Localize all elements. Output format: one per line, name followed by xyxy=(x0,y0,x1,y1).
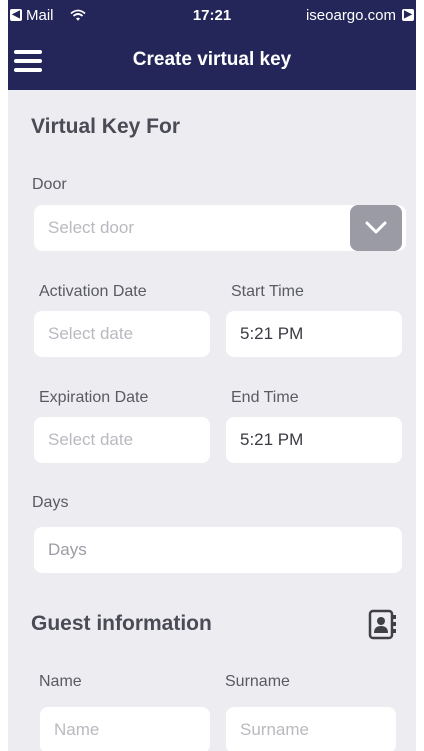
forward-arrow-icon[interactable]: ▶ xyxy=(402,9,414,21)
days-field[interactable]: Days xyxy=(34,527,402,573)
chevron-down-icon xyxy=(365,221,387,234)
screen: ◀ Mail 17:21 iseoargo.com ▶ Create virtu… xyxy=(8,0,416,751)
surname-label: Surname xyxy=(225,673,290,690)
door-dropdown-button[interactable] xyxy=(350,205,402,251)
name-field[interactable]: Name xyxy=(40,707,210,751)
end-time-label: End Time xyxy=(231,389,299,406)
end-time-field[interactable]: 5:21 PM xyxy=(226,417,402,463)
status-bar: ◀ Mail 17:21 iseoargo.com ▶ xyxy=(8,0,416,30)
activation-date-field[interactable]: Select date xyxy=(34,311,210,357)
nav-bar: Create virtual key xyxy=(8,30,416,90)
door-label: Door xyxy=(32,176,67,193)
address-book-icon[interactable] xyxy=(368,609,398,641)
start-time-field[interactable]: 5:21 PM xyxy=(226,311,402,357)
start-time-label: Start Time xyxy=(231,283,304,300)
activation-date-label: Activation Date xyxy=(39,283,147,300)
virtual-key-section-title: Virtual Key For xyxy=(31,115,180,138)
name-label: Name xyxy=(39,673,82,690)
guest-information-title: Guest information xyxy=(31,612,212,635)
door-select[interactable]: Select door xyxy=(34,205,406,251)
page-title: Create virtual key xyxy=(132,49,292,70)
door-select-placeholder: Select door xyxy=(48,218,134,237)
expiration-date-label: Expiration Date xyxy=(39,389,149,406)
surname-field[interactable]: Surname xyxy=(226,707,396,751)
days-label: Days xyxy=(32,494,69,511)
expiration-date-field[interactable]: Select date xyxy=(34,417,210,463)
status-site[interactable]: iseoargo.com xyxy=(306,7,396,24)
